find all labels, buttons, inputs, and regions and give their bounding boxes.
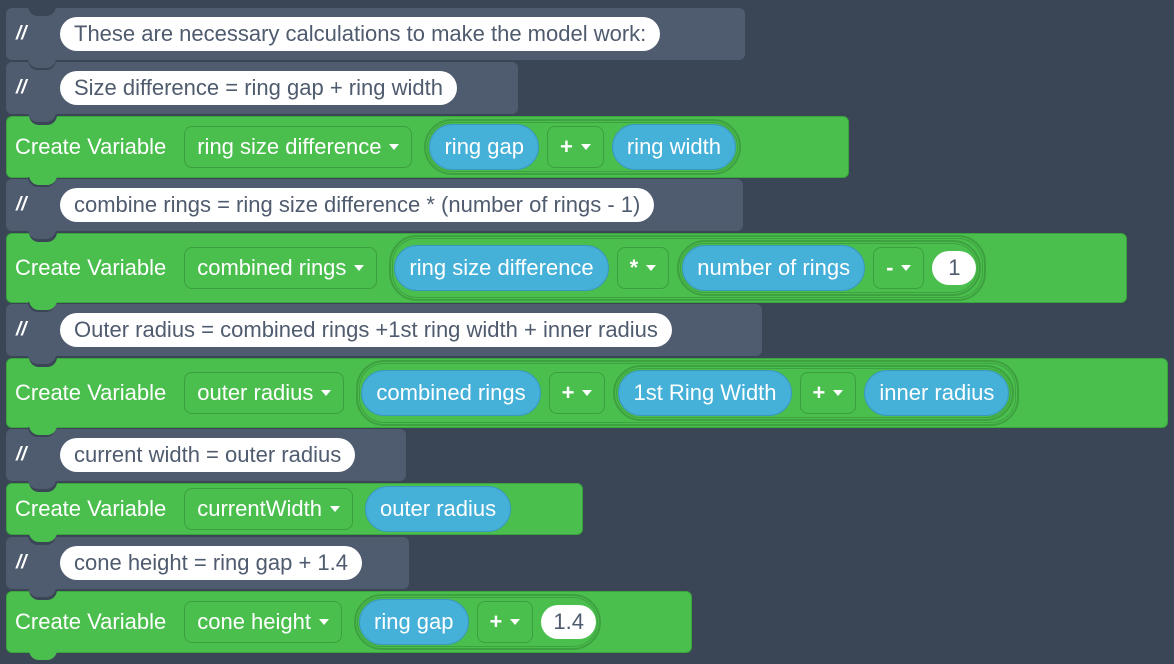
variable-name: cone height: [197, 609, 311, 634]
comment-text[interactable]: These are necessary calculations to make…: [60, 17, 661, 51]
comment-block[interactable]: // Outer radius = combined rings +1st ri…: [6, 302, 762, 364]
variable-reporter[interactable]: ring width: [611, 124, 737, 170]
comment-icon: //: [16, 444, 27, 465]
comment-text[interactable]: current width = outer radius: [60, 438, 356, 472]
caret-down-icon: [354, 265, 365, 271]
operator-dropdown[interactable]: -: [873, 247, 925, 289]
operator-symbol: +: [561, 380, 575, 405]
variable-reporter[interactable]: outer radius: [364, 486, 512, 532]
variable-name: ring size difference: [197, 134, 382, 159]
comment-icon: //: [16, 77, 27, 98]
create-variable-label: Create Variable: [15, 609, 167, 634]
caret-down-icon: [319, 619, 329, 625]
variable-reporter[interactable]: ring size difference: [394, 245, 609, 291]
variable-name: combined rings: [197, 255, 347, 280]
comment-block[interactable]: // These are necessary calculations to m…: [6, 6, 745, 68]
operator-dropdown[interactable]: *: [616, 247, 670, 289]
operator-dropdown[interactable]: +: [476, 601, 534, 643]
create-variable-label: Create Variable: [15, 255, 167, 280]
create-variable-block[interactable]: Create Variable combined rings ring size…: [6, 232, 1127, 310]
variable-name: currentWidth: [197, 496, 322, 521]
variable-dropdown[interactable]: cone height: [184, 601, 342, 643]
caret-down-icon: [580, 144, 591, 150]
comment-icon: //: [16, 194, 27, 215]
comment-block[interactable]: // cone height = ring gap + 1.4: [6, 535, 409, 597]
caret-down-icon: [833, 390, 844, 396]
create-variable-label: Create Variable: [15, 496, 167, 521]
math-expression[interactable]: ring size difference * number of rings -…: [389, 235, 987, 301]
create-variable-block[interactable]: Create Variable outer radius combined ri…: [6, 357, 1168, 435]
create-variable-block[interactable]: Create Variable cone height ring gap + 1…: [6, 590, 692, 660]
comment-text[interactable]: Outer radius = combined rings +1st ring …: [60, 313, 672, 347]
operator-symbol: +: [812, 380, 826, 405]
operator-dropdown[interactable]: +: [547, 126, 604, 168]
comment-icon: //: [16, 319, 27, 340]
variable-reporter[interactable]: ring gap: [359, 599, 469, 645]
caret-down-icon: [510, 619, 521, 625]
comment-text[interactable]: Size difference = ring gap + ring width: [60, 71, 457, 105]
number-input[interactable]: 1.4: [541, 605, 596, 639]
operator-symbol: -: [886, 255, 894, 280]
variable-reporter[interactable]: combined rings: [361, 370, 541, 416]
operator-symbol: +: [560, 134, 573, 159]
caret-down-icon: [582, 390, 593, 396]
variable-dropdown[interactable]: outer radius: [184, 372, 345, 414]
operator-dropdown[interactable]: +: [548, 372, 606, 414]
caret-down-icon: [329, 506, 340, 512]
variable-reporter[interactable]: inner radius: [864, 370, 1010, 416]
comment-block[interactable]: // combine rings = ring size difference …: [6, 177, 743, 239]
variable-reporter[interactable]: number of rings: [682, 245, 866, 291]
math-expression[interactable]: combined rings + 1st Ring Width + inner …: [356, 360, 1020, 426]
create-variable-label: Create Variable: [15, 134, 167, 159]
operator-symbol: +: [489, 609, 503, 634]
variable-dropdown[interactable]: ring size difference: [184, 126, 413, 168]
caret-down-icon: [389, 144, 400, 150]
operator-symbol: *: [629, 255, 639, 280]
number-input[interactable]: 1: [932, 251, 977, 285]
variable-reporter[interactable]: 1st Ring Width: [618, 370, 792, 416]
comment-text[interactable]: combine rings = ring size difference * (…: [60, 188, 655, 222]
nested-math-expression[interactable]: 1st Ring Width + inner radius: [613, 365, 1015, 421]
caret-down-icon: [321, 390, 332, 396]
nested-math-expression[interactable]: number of rings - 1: [677, 240, 982, 296]
comment-block[interactable]: // current width = outer radius: [6, 427, 406, 489]
math-expression[interactable]: ring gap + ring width: [424, 119, 742, 175]
math-expression[interactable]: ring gap + 1.4: [354, 594, 601, 650]
variable-reporter[interactable]: ring gap: [429, 124, 539, 170]
variable-name: outer radius: [197, 380, 314, 405]
comment-icon: //: [16, 23, 27, 44]
variable-dropdown[interactable]: currentWidth: [184, 488, 353, 530]
operator-dropdown[interactable]: +: [799, 372, 857, 414]
comment-block[interactable]: // Size difference = ring gap + ring wid…: [6, 60, 518, 122]
create-variable-label: Create Variable: [15, 380, 167, 405]
caret-down-icon: [646, 265, 657, 271]
comment-icon: //: [16, 552, 27, 573]
caret-down-icon: [901, 265, 912, 271]
variable-dropdown[interactable]: combined rings: [184, 247, 378, 289]
create-variable-block[interactable]: Create Variable ring size difference rin…: [6, 115, 849, 185]
comment-text[interactable]: cone height = ring gap + 1.4: [60, 546, 362, 580]
create-variable-block[interactable]: Create Variable currentWidth outer radiu…: [6, 482, 583, 542]
